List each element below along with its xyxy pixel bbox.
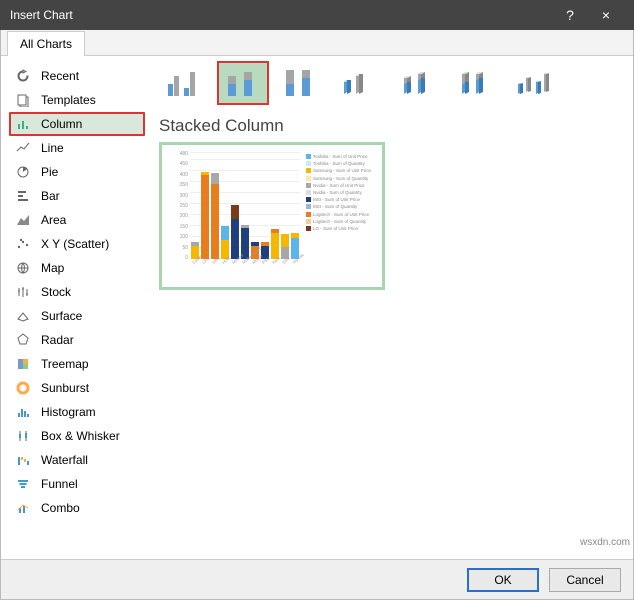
stock-icon (15, 284, 31, 300)
sidebar-item-map[interactable]: Map (1, 256, 149, 280)
line-icon (15, 140, 31, 156)
chart-category-list: Recent Templates Column Line Pie Bar Are… (1, 56, 149, 559)
dialog-body: All Charts Recent Templates Column Line … (0, 30, 634, 600)
sidebar-item-label: Surface (41, 309, 82, 323)
sidebar-item-label: X Y (Scatter) (41, 237, 109, 251)
legend: Toshiba - Sum of Unit PriceToshiba - Sum… (306, 153, 376, 232)
map-icon (15, 260, 31, 276)
titlebar: Insert Chart ? × (0, 0, 634, 30)
sidebar-item-combo[interactable]: Combo (1, 496, 149, 520)
surface-icon (15, 308, 31, 324)
templates-icon (15, 92, 31, 108)
area-icon (15, 212, 31, 228)
sidebar-item-surface[interactable]: Surface (1, 304, 149, 328)
sidebar-item-label: Templates (41, 93, 96, 107)
sidebar-item-recent[interactable]: Recent (1, 64, 149, 88)
radar-icon (15, 332, 31, 348)
subtype-clustered-column[interactable] (159, 61, 211, 105)
sidebar-item-label: Sunburst (41, 381, 89, 395)
sidebar-item-funnel[interactable]: Funnel (1, 472, 149, 496)
sidebar-item-label: Radar (41, 333, 74, 347)
sunburst-icon (15, 380, 31, 396)
ok-button[interactable]: OK (467, 568, 539, 592)
sidebar-item-label: Pie (41, 165, 58, 179)
sidebar-item-label: Recent (41, 69, 79, 83)
subtype-row (159, 58, 623, 108)
combo-icon (15, 500, 31, 516)
sidebar-item-histogram[interactable]: Histogram (1, 400, 149, 424)
sidebar-item-templates[interactable]: Templates (1, 88, 149, 112)
sidebar-item-scatter[interactable]: X Y (Scatter) (1, 232, 149, 256)
subtype-3d-clustered-column[interactable] (333, 61, 385, 105)
subtype-stacked-column[interactable] (217, 61, 269, 105)
sidebar-item-label: Column (41, 117, 82, 131)
close-button[interactable]: × (588, 7, 624, 23)
sidebar-item-stock[interactable]: Stock (1, 280, 149, 304)
sidebar-item-area[interactable]: Area (1, 208, 149, 232)
sidebar-item-label: Stock (41, 285, 71, 299)
chart-subtype-title: Stacked Column (159, 116, 623, 136)
cancel-button[interactable]: Cancel (549, 568, 621, 592)
sidebar-item-pie[interactable]: Pie (1, 160, 149, 184)
funnel-icon (15, 476, 31, 492)
x-axis: CoolerCPUGPUHDDMonitorMotherboardMousePS… (190, 261, 300, 266)
sidebar-item-label: Bar (41, 189, 60, 203)
sidebar-item-bar[interactable]: Bar (1, 184, 149, 208)
sidebar-item-label: Histogram (41, 405, 96, 419)
sidebar-item-label: Funnel (41, 477, 78, 491)
sidebar-item-label: Combo (41, 501, 80, 515)
scatter-icon (15, 236, 31, 252)
chart-subtype-panel: Stacked Column 4804504003503002502001501… (149, 56, 633, 559)
sidebar-item-sunburst[interactable]: Sunburst (1, 376, 149, 400)
subtype-100-stacked-column[interactable] (275, 61, 327, 105)
sidebar-item-treemap[interactable]: Treemap (1, 352, 149, 376)
column-icon (15, 116, 31, 132)
sidebar-item-label: Line (41, 141, 64, 155)
sidebar-item-waterfall[interactable]: Waterfall (1, 448, 149, 472)
tab-bar: All Charts (1, 30, 633, 56)
sidebar-item-column[interactable]: Column (9, 112, 145, 136)
treemap-icon (15, 356, 31, 372)
dialog-title: Insert Chart (10, 8, 552, 22)
bar-icon (15, 188, 31, 204)
sidebar-item-radar[interactable]: Radar (1, 328, 149, 352)
chart-preview[interactable]: 480450400350300250200150100500 CoolerCPU… (159, 142, 385, 290)
sidebar-item-line[interactable]: Line (1, 136, 149, 160)
subtype-3d-100-stacked-column[interactable] (449, 61, 501, 105)
watermark: wsxdn.com (580, 537, 630, 548)
sidebar-item-label: Treemap (41, 357, 89, 371)
box-whisker-icon (15, 428, 31, 444)
dialog-footer: OK Cancel (1, 559, 633, 599)
sidebar-item-box-whisker[interactable]: Box & Whisker (1, 424, 149, 448)
help-button[interactable]: ? (552, 7, 588, 23)
subtype-3d-column[interactable] (507, 61, 559, 105)
subtype-3d-stacked-column[interactable] (391, 61, 443, 105)
chart-plot-area: 480450400350300250200150100500 CoolerCPU… (174, 151, 302, 277)
sidebar-item-label: Waterfall (41, 453, 88, 467)
pie-icon (15, 164, 31, 180)
histogram-icon (15, 404, 31, 420)
recent-icon (15, 68, 31, 84)
tab-all-charts[interactable]: All Charts (7, 31, 85, 56)
waterfall-icon (15, 452, 31, 468)
sidebar-item-label: Map (41, 261, 64, 275)
sidebar-item-label: Area (41, 213, 66, 227)
bars (190, 153, 300, 259)
y-axis: 480450400350300250200150100500 (174, 151, 188, 261)
sidebar-item-label: Box & Whisker (41, 429, 120, 443)
